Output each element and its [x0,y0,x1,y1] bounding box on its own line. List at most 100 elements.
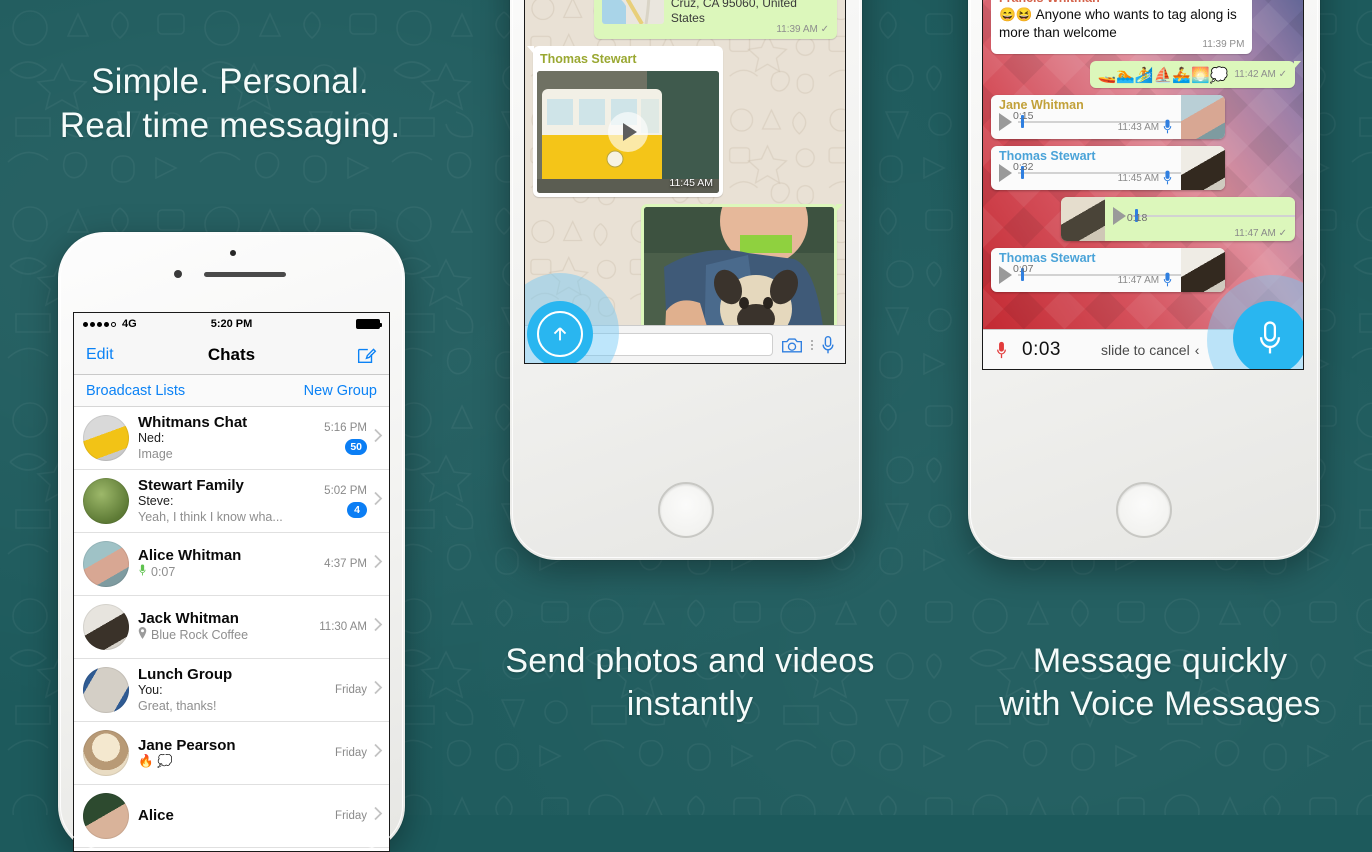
play-icon[interactable] [608,111,648,152]
home-button[interactable] [658,482,714,538]
chevron-right-icon [373,617,383,638]
new-group-button[interactable]: New Group [304,383,377,399]
chevron-right-icon [373,554,383,575]
battery-icon [356,319,383,329]
chat-list-item[interactable]: Whitmans Chat Ned: Image 5:16 PM 50 [74,407,389,470]
front-camera-icon [230,250,236,256]
microphone-icon[interactable] [821,335,835,355]
chevron-right-icon [373,680,383,701]
chat-item-text: Jane Pearson 🔥 💭 [138,737,326,770]
chat-timestamp: 4:37 PM [324,558,367,570]
chat-item-text: Lunch Group You: Great, thanks! [138,666,326,715]
chat-item-text: Jack Whitman Blue Rock Coffee [138,610,310,644]
sender-avatar [1060,196,1105,241]
message-timestamp: 11:42 AM ✓ [1234,69,1287,81]
message-row: e FieldachSanta Cruz Surfing Mus...71 We… [533,0,837,40]
camera-icon[interactable] [781,336,803,354]
chat-list-item[interactable]: Alice Whitman 0:07 4:37 PM [74,533,389,596]
location-map-thumbnail[interactable]: e Fieldach [601,0,664,24]
chat-preview-text: 🔥 💭 [138,753,173,768]
chat-list-item[interactable]: Stewart Family Steve: Yeah, I think I know… [74,470,389,533]
chat-name: Alice [138,807,174,825]
chat-list[interactable]: Whitmans Chat Ned: Image 5:16 PM 50 Stewart F… [74,407,389,848]
message-bubble-text[interactable]: Francis Whitman😄😆 Anyone who wants to ta… [991,0,1253,54]
voice-message-bubble[interactable]: Thomas Stewart 0:32 11:45 AM [991,145,1226,190]
chat-timestamp: Friday [335,684,367,696]
message-timestamp: 11:43 AM [1118,119,1178,137]
video-thumbnail[interactable]: 11:45 AM [537,70,719,193]
message-bubble-emoji[interactable]: 🚤🏊🏄⛵🚣🌅💭 11:42 AM ✓ [1089,60,1302,88]
audio-scrubber[interactable] [1131,208,1295,224]
chat-timestamp: Friday [335,810,367,822]
right-phone-screen: Jane Whitman0:1511:38 PM0:0911:38 PM ✓Fr… [982,0,1304,370]
message-body: 😄😆 Anyone who wants to tag along is more… [999,7,1237,40]
page-title: Chats [207,344,256,364]
sender-avatar [1181,145,1226,190]
chat-name: Jane Pearson [138,736,236,754]
sender-avatar [1181,94,1226,139]
recording-timer: 0:03 [1022,338,1061,360]
voice-message-bubble[interactable]: Thomas Stewart 0:07 11:47 AM [991,247,1226,292]
status-clock: 5:20 PM [210,318,253,330]
message-row: Francis Whitman😄😆 Anyone who wants to ta… [991,0,1295,54]
message-sender: Thomas Stewart [540,52,637,67]
voice-duration: 0:18 [1126,211,1148,224]
caption-right: Message quickly with Voice Messages [999,642,1321,723]
chevron-left-icon: ‹ [1194,341,1200,358]
avatar [83,415,129,461]
chat-item-text: Alice [138,807,326,824]
avatar [83,478,129,524]
chat-name: Whitmans Chat [138,413,248,431]
chat-name: Jack Whitman [138,610,239,628]
chat-list-item[interactable]: Lunch Group You: Great, thanks! Friday [74,659,389,722]
navigation-bar: Edit Chats [74,335,389,375]
voice-message-bubble[interactable]: Jane Whitman 0:15 11:43 AM [991,94,1226,139]
caption-center: Send photos and videos instantly [505,642,875,723]
chat-preview-text: Yeah, I think I know wha... [138,509,283,524]
play-icon[interactable] [1112,206,1126,225]
center-phone-screen: Francis WhitmanNice! I definitely feel l… [524,0,846,364]
phone-center-media: Francis WhitmanNice! I definitely feel l… [510,0,862,560]
compose-icon[interactable] [355,344,377,366]
play-icon[interactable] [999,112,1012,131]
chat-timestamp: 5:02 PM [324,484,367,497]
chevron-right-icon [373,806,383,827]
send-button[interactable] [527,301,593,363]
chevron-right-icon [373,743,383,764]
message-row: Thomas Stewart 0:32 11:45 AM [991,145,1295,190]
chat-preview-sender: Ned: [138,431,165,445]
phone-left-chatlist: 4G 5:20 PM Edit Chats Broadcast Lists Ne… [58,232,405,852]
broadcast-lists-button[interactable]: Broadcast Lists [86,383,185,399]
chat-item-meta: 11:30 AM [319,621,381,633]
recording-mic-icon [995,340,1008,360]
sender-avatar [1181,247,1226,292]
voice-message-bubble[interactable]: 0:18 11:47 AM ✓ [1060,196,1295,241]
play-icon[interactable] [999,163,1012,182]
message-row: 🚤🏊🏄⛵🚣🌅💭 11:42 AM ✓ [991,60,1302,88]
play-icon[interactable] [999,265,1012,284]
chat-name: Alice Whitman [138,547,242,565]
home-button[interactable] [1116,482,1172,538]
chat-list-item[interactable]: Jack Whitman Blue Rock Coffee 11:30 AM [74,596,389,659]
chat-timestamp: Friday [335,747,367,759]
voice-duration: 0:32 [1013,160,1034,173]
message-timestamp: 11:47 AM ✓ [1234,227,1287,239]
microphone-icon [1257,320,1283,356]
send-up-arrow-icon [537,311,583,357]
message-row: Jane Whitman 0:15 11:43 AM [991,94,1295,139]
earpiece-speaker [204,272,286,277]
chat-preview-text: Great, thanks! [138,698,217,713]
message-row: 0:18 11:47 AM ✓ [991,196,1295,241]
avatar [83,604,129,650]
mic-icon [1162,170,1173,188]
slide-to-cancel-label: slide to cancel [1100,341,1190,358]
avatar [83,730,129,776]
message-bubble-video[interactable]: Thomas Stewart 11:45 AM [527,46,723,197]
slide-to-cancel-hint: slide to cancel ‹ [1101,342,1199,358]
chat-list-item[interactable]: Alice Friday [74,785,389,848]
chat-item-text: Alice Whitman 0:07 [138,547,315,581]
chat-list-item[interactable]: Jane Pearson 🔥 💭 Friday [74,722,389,785]
chat-item-text: Stewart Family Steve: Yeah, I think I know… [138,477,315,526]
voice-record-button[interactable] [1233,301,1303,369]
message-bubble-location[interactable]: e FieldachSanta Cruz Surfing Mus...71 We… [593,0,837,40]
